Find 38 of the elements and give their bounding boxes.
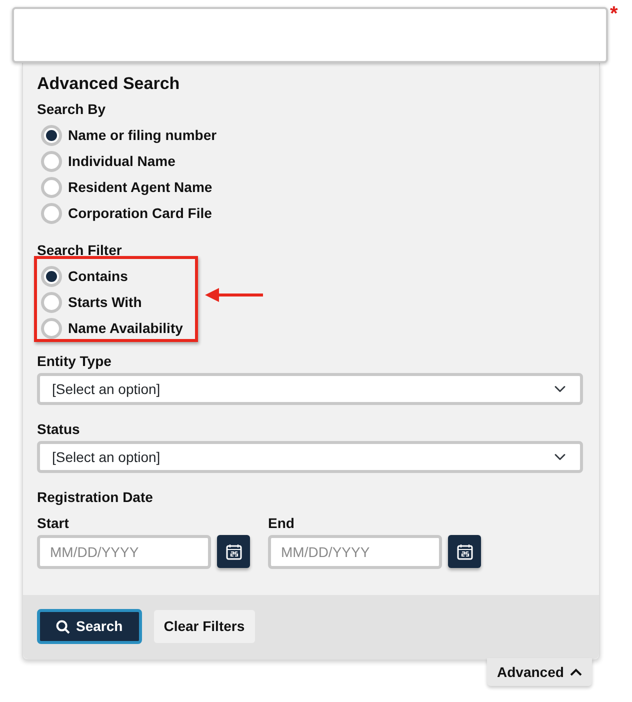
arrow [203, 288, 263, 302]
select-field[interactable]: [Select an option] [37, 373, 583, 405]
field-label: Search By [37, 100, 106, 119]
radio-label[interactable]: Resident Agent Name [68, 177, 212, 198]
select-field[interactable]: [Select an option] [37, 441, 583, 473]
date-field[interactable]: MM/DD/YYYY [268, 535, 442, 569]
field-label: Search Filter [37, 241, 123, 260]
calendar-button[interactable] [217, 535, 250, 568]
field-label: Status [37, 420, 81, 439]
radio-button[interactable] [41, 292, 62, 313]
date-field[interactable]: MM/DD/YYYY [37, 535, 211, 569]
search-button[interactable]: Search [37, 609, 142, 644]
radio-button[interactable] [41, 125, 62, 146]
radio-button[interactable] [41, 203, 62, 224]
radio-label[interactable]: Starts With [68, 292, 142, 313]
required-mark: * [610, 7, 618, 21]
radio-button[interactable] [41, 177, 62, 198]
radio-label[interactable]: Individual Name [68, 151, 176, 172]
radio-label[interactable]: Corporation Card File [68, 203, 212, 224]
search-icon [56, 620, 70, 634]
search-field[interactable] [12, 7, 608, 63]
radio-button[interactable] [41, 151, 62, 172]
radio-button[interactable] [41, 318, 62, 339]
radio-label[interactable]: Name Availability [68, 318, 183, 339]
caret-icon [570, 668, 582, 676]
calendar-button[interactable] [448, 535, 481, 568]
calendar-icon [224, 542, 242, 560]
field-label: Start [37, 514, 70, 533]
radio-label[interactable]: Contains [68, 266, 128, 287]
panel-title: Advanced Search [37, 73, 181, 95]
advanced-toggle[interactable]: Advanced [487, 658, 592, 686]
clear-filters-button[interactable]: Clear Filters [154, 610, 255, 643]
radio-label[interactable]: Name or filing number [68, 125, 217, 146]
radio-button[interactable] [41, 266, 62, 287]
field-label: End [268, 514, 296, 533]
field-label: Registration Date [37, 488, 154, 507]
field-label: Entity Type [37, 352, 112, 371]
calendar-icon [456, 542, 474, 560]
